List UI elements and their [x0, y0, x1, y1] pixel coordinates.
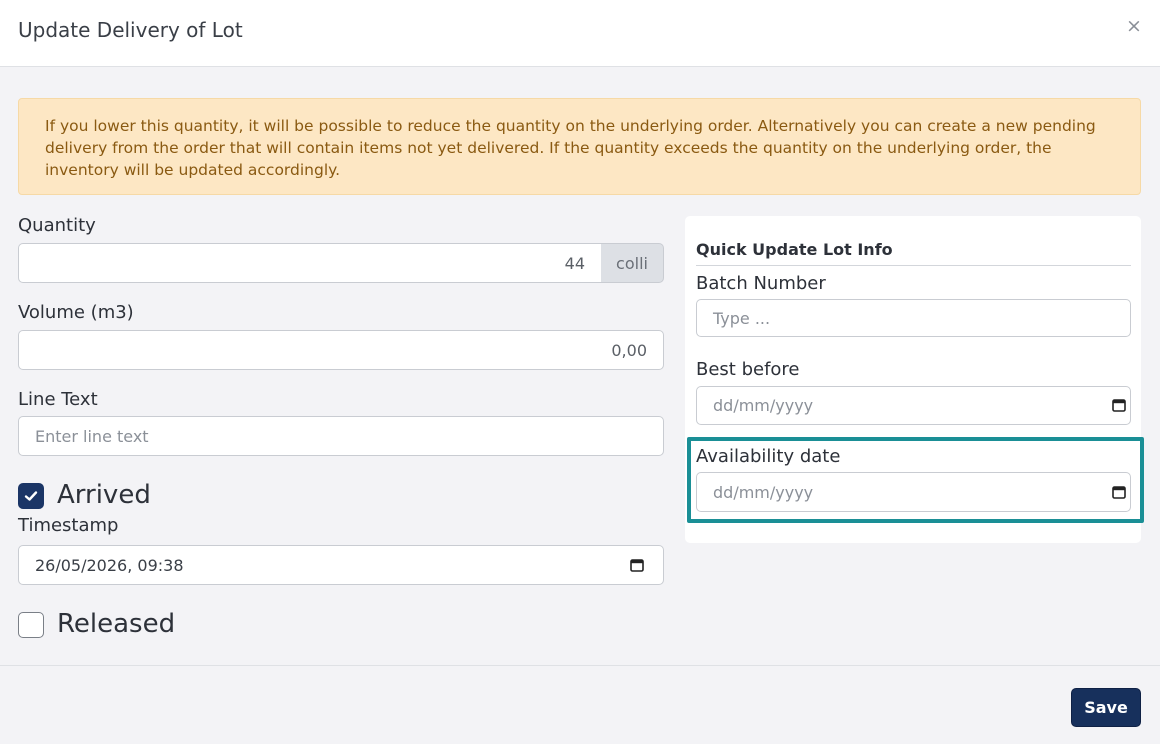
availability-date-placeholder: dd/mm/yyyy	[713, 482, 814, 502]
calendar-icon[interactable]	[630, 558, 644, 572]
arrived-label: Arrived	[57, 480, 151, 510]
batch-number-placeholder: Type ...	[713, 308, 771, 328]
close-icon[interactable]: ×	[1126, 17, 1142, 36]
volume-input[interactable]: 0,00	[18, 330, 664, 370]
best-before-label: Best before	[696, 359, 800, 380]
warning-alert: If you lower this quantity, it will be p…	[18, 98, 1141, 195]
availability-date-input[interactable]: dd/mm/yyyy	[696, 472, 1131, 512]
lot-info-title: Quick Update Lot Info	[696, 240, 893, 259]
availability-date-label: Availability date	[696, 446, 841, 467]
lot-info-divider	[696, 265, 1131, 266]
check-icon	[24, 491, 38, 501]
line-text-label: Line Text	[18, 389, 98, 410]
released-checkbox[interactable]	[18, 612, 44, 638]
timestamp-label: Timestamp	[18, 515, 119, 536]
quantity-input[interactable]: 44	[18, 243, 602, 283]
best-before-input[interactable]: dd/mm/yyyy	[696, 386, 1131, 425]
dialog-body: If you lower this quantity, it will be p…	[0, 67, 1160, 665]
batch-number-label: Batch Number	[696, 273, 826, 294]
best-before-placeholder: dd/mm/yyyy	[713, 396, 814, 415]
quantity-unit-addon: colli	[601, 243, 664, 283]
line-text-input[interactable]: Enter line text	[18, 416, 664, 456]
quantity-value: 44	[564, 253, 585, 273]
timestamp-value: 26/05/2026, 09:38	[35, 555, 184, 575]
dialog-footer: Save	[0, 665, 1160, 744]
calendar-icon[interactable]	[1112, 398, 1126, 412]
released-label: Released	[57, 609, 176, 639]
calendar-icon[interactable]	[1112, 485, 1126, 499]
dialog-header: Update Delivery of Lot ×	[0, 0, 1160, 67]
volume-value: 0,00	[611, 340, 647, 360]
quantity-label: Quantity	[18, 215, 96, 236]
line-text-placeholder: Enter line text	[35, 426, 149, 446]
arrived-checkbox[interactable]	[18, 483, 44, 509]
batch-number-input[interactable]: Type ...	[696, 299, 1131, 337]
timestamp-input[interactable]: 26/05/2026, 09:38	[18, 545, 664, 585]
dialog-title: Update Delivery of Lot	[18, 18, 243, 42]
lot-info-panel: Quick Update Lot Info Batch Number Type …	[685, 216, 1141, 543]
save-button[interactable]: Save	[1071, 688, 1141, 727]
volume-label: Volume (m3)	[18, 302, 134, 323]
